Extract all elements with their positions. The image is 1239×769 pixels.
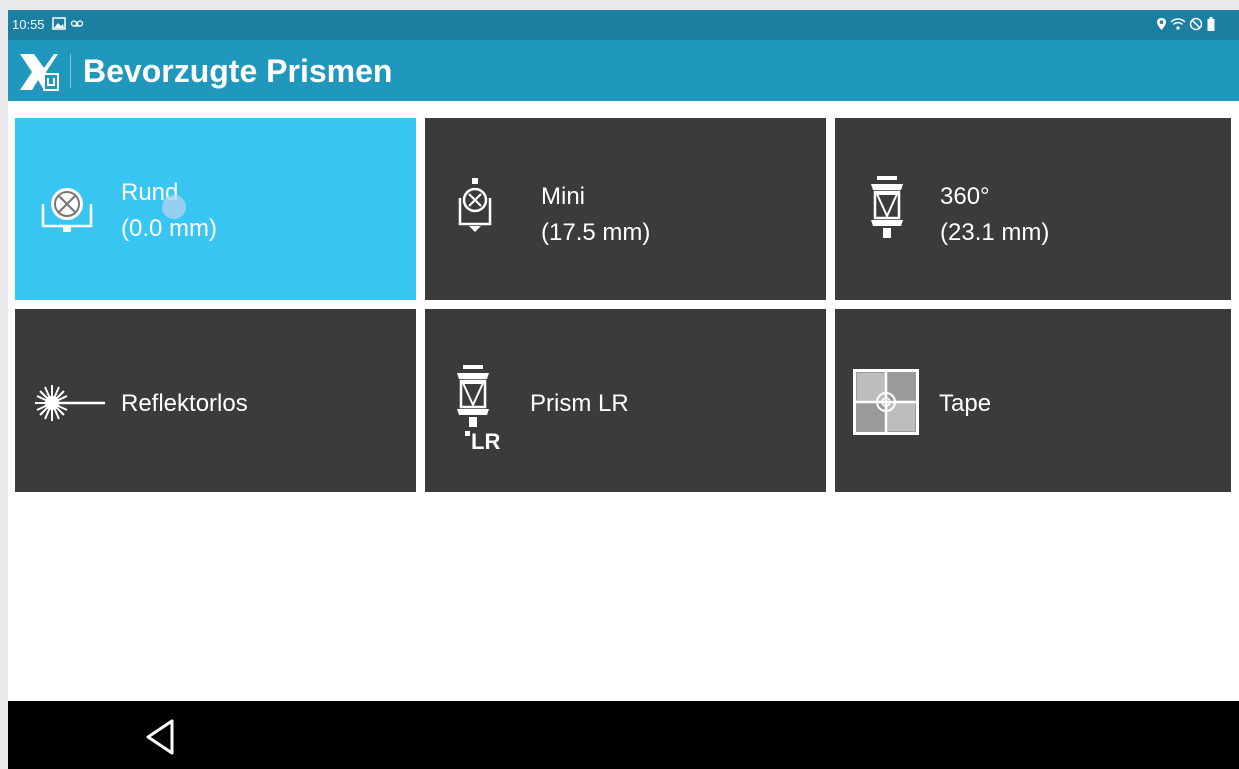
- prism-tile-prism-lr[interactable]: LR Prism LR: [425, 309, 826, 492]
- round-prism-icon: [39, 182, 95, 241]
- prism-constant: (17.5 mm): [541, 219, 651, 246]
- prism-name: Reflektorlos: [121, 390, 248, 417]
- prism-tile-tape[interactable]: Tape: [835, 309, 1231, 492]
- prism-tile-rund[interactable]: Rund (0.0 mm): [15, 118, 416, 300]
- navigation-bar: [8, 701, 1239, 769]
- reflectorless-icon: [35, 383, 107, 428]
- prism-name: Prism LR: [530, 390, 629, 417]
- do-not-disturb-icon: [1189, 17, 1203, 34]
- prism-tile-reflektorlos[interactable]: Reflektorlos: [15, 309, 416, 492]
- touch-indicator: [161, 194, 187, 225]
- wifi-icon: [1170, 17, 1186, 34]
- device-screen: 10:55 Bevorzugte Prismen Rund (0.0 mm) M…: [8, 10, 1239, 769]
- battery-icon: [1207, 17, 1215, 34]
- 360-prism-icon: [865, 174, 909, 249]
- app-logo-icon: [18, 52, 60, 97]
- back-triangle-icon[interactable]: [138, 713, 186, 761]
- prism-name: 360°: [940, 183, 990, 210]
- location-icon: [1156, 17, 1167, 34]
- voicemail-icon: [70, 17, 84, 33]
- page-title: Bevorzugte Prismen: [83, 53, 393, 89]
- image-icon: [52, 17, 66, 33]
- prism-name: Mini: [541, 183, 586, 210]
- status-time: 10:55: [12, 17, 45, 32]
- title-divider: [70, 54, 71, 88]
- mini-prism-icon: [455, 176, 495, 245]
- prism-constant: (23.1 mm): [940, 219, 1050, 246]
- status-bar: 10:55: [8, 10, 1239, 40]
- prism-name: Tape: [939, 390, 992, 417]
- prism-lr-icon-text: LR: [471, 429, 501, 454]
- prism-tile-mini[interactable]: Mini (17.5 mm): [425, 118, 826, 300]
- prism-tile-360[interactable]: 360° (23.1 mm): [835, 118, 1231, 300]
- title-bar: Bevorzugte Prismen: [8, 40, 1239, 101]
- tape-target-icon: [853, 369, 919, 440]
